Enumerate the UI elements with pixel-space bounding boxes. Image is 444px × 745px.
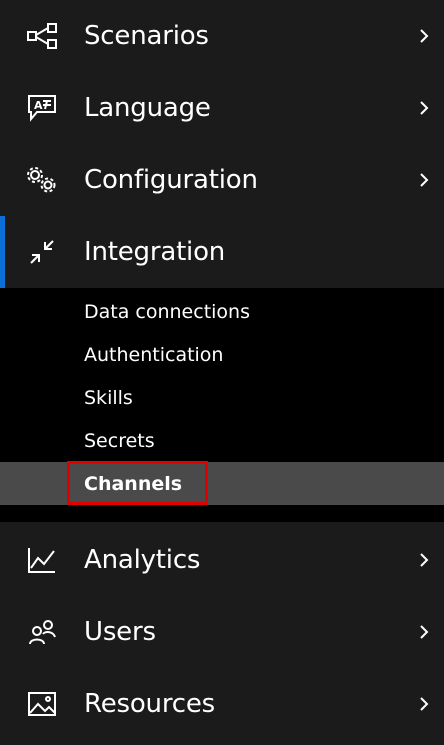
gears-icon <box>26 164 58 196</box>
submenu-item-data-connections[interactable]: Data connections <box>0 290 444 333</box>
nav-item-language[interactable]: A Language <box>0 72 444 144</box>
users-icon <box>26 616 58 648</box>
nav-label-configuration: Configuration <box>84 165 258 195</box>
nav-item-scenarios[interactable]: Scenarios <box>0 0 444 72</box>
nav-label-users: Users <box>84 617 156 647</box>
nav-item-configuration[interactable]: Configuration <box>0 144 444 216</box>
submenu-label: Authentication <box>84 343 224 366</box>
svg-text:A: A <box>34 99 43 112</box>
chat-text-icon: A <box>26 92 58 124</box>
nav-label-language: Language <box>84 93 211 123</box>
nav-item-analytics[interactable]: Analytics <box>0 524 444 596</box>
nav-label-resources: Resources <box>84 689 215 719</box>
integration-submenu: Data connections Authentication Skills S… <box>0 288 444 522</box>
nav-item-users[interactable]: Users <box>0 596 444 668</box>
submenu-label: Secrets <box>84 429 155 452</box>
collapse-arrows-icon <box>26 236 58 268</box>
submenu-label: Data connections <box>84 300 250 323</box>
submenu-label: Skills <box>84 386 133 409</box>
line-chart-icon <box>26 544 58 576</box>
sidebar-nav: Scenarios A Language Configuration Integ… <box>0 0 444 745</box>
submenu-item-channels[interactable]: Channels <box>0 462 444 505</box>
submenu-item-authentication[interactable]: Authentication <box>0 333 444 376</box>
chevron-right-icon <box>414 98 434 118</box>
chevron-right-icon <box>414 170 434 190</box>
nav-item-integration[interactable]: Integration <box>0 216 444 288</box>
nav-label-scenarios: Scenarios <box>84 21 209 51</box>
chevron-right-icon <box>414 694 434 714</box>
chevron-right-icon <box>414 550 434 570</box>
share-node-icon <box>26 20 58 52</box>
nav-label-analytics: Analytics <box>84 545 201 575</box>
submenu-item-skills[interactable]: Skills <box>0 376 444 419</box>
nav-label-integration: Integration <box>84 237 226 267</box>
chevron-right-icon <box>414 26 434 46</box>
nav-item-resources[interactable]: Resources <box>0 668 444 740</box>
submenu-item-secrets[interactable]: Secrets <box>0 419 444 462</box>
chevron-right-icon <box>414 622 434 642</box>
image-icon <box>26 688 58 720</box>
submenu-label: Channels <box>84 472 183 495</box>
